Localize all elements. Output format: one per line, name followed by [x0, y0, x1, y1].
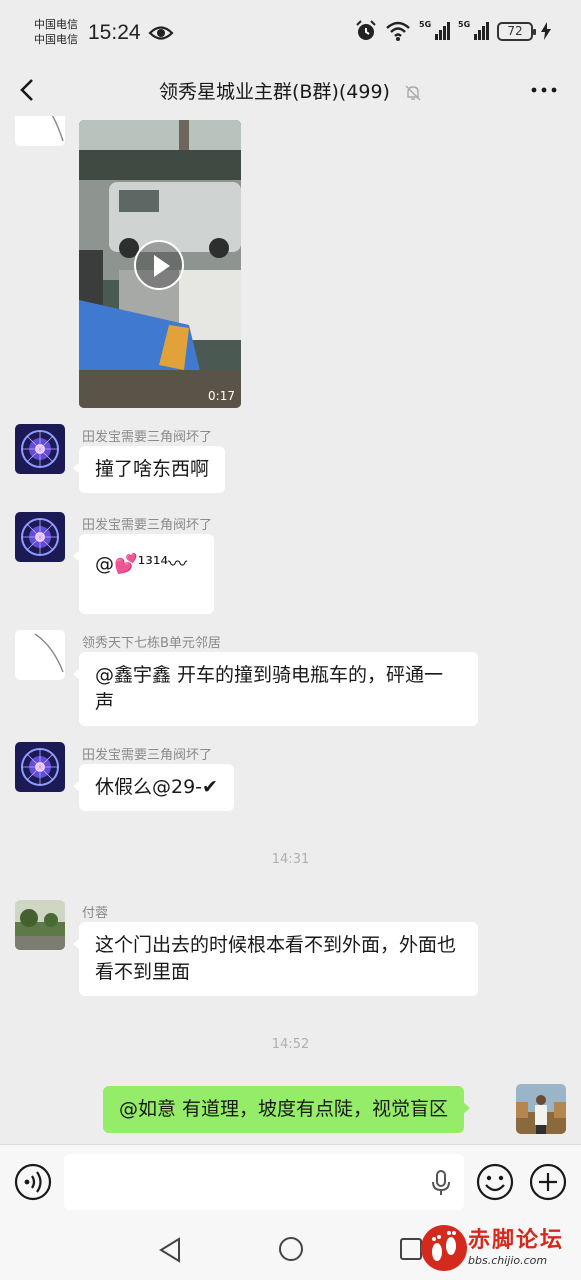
status-icons: 5G 5G 72	[355, 20, 551, 42]
battery-level: 72	[507, 24, 523, 38]
signal-icon-1: 5G	[419, 20, 450, 40]
watermark-url: bbs.chijio.com	[468, 1254, 548, 1267]
my-avatar[interactable]	[516, 1084, 566, 1134]
carrier-2: 中国电信	[34, 33, 78, 46]
sender-name: 田发宝需要三角阀坏了	[82, 748, 213, 763]
avatar-tianfabao[interactable]	[15, 424, 65, 474]
avatar-tianfabao[interactable]	[15, 512, 65, 562]
more-options-button[interactable]	[527, 76, 561, 104]
timestamp: 14:52	[271, 1037, 310, 1052]
voice-input-button[interactable]	[14, 1163, 52, 1201]
alarm-icon	[356, 20, 376, 40]
avatar-furong[interactable]	[15, 900, 65, 950]
footprint-logo-icon	[421, 1225, 467, 1271]
my-message-bubble[interactable]: @如意 有道理，坡度有点陡，视觉盲区	[103, 1086, 471, 1133]
emoji-button[interactable]	[476, 1163, 514, 1201]
timestamp: 14:31	[271, 852, 310, 867]
avatar-neighbor[interactable]	[15, 116, 65, 146]
charging-icon	[541, 22, 551, 40]
play-button[interactable]	[134, 240, 184, 290]
message-input[interactable]	[64, 1154, 464, 1210]
battery-icon: 72	[497, 21, 536, 41]
eye-icon	[148, 26, 174, 40]
microphone-icon[interactable]	[430, 1169, 452, 1197]
mute-bell-icon	[405, 85, 421, 100]
message-list[interactable]: 0:17 田发宝需要三角阀坏了 撞了啥东西啊 田发宝需要三角阀坏了 @💕¹³¹⁴…	[0, 116, 581, 1144]
system-home-button[interactable]	[278, 1236, 304, 1262]
avatar-tianfabao[interactable]	[15, 742, 65, 792]
message-bubble[interactable]: @鑫宇鑫 开车的撞到骑电瓶车的，砰通一声	[73, 652, 478, 726]
carrier-1: 中国电信	[34, 18, 78, 31]
chat-header: 领秀星城业主群(B群)(499)	[0, 64, 581, 116]
message-bubble[interactable]: @💕¹³¹⁴〰	[73, 534, 214, 614]
status-time: 15:24	[88, 21, 141, 44]
sender-name: 田发宝需要三角阀坏了	[82, 430, 213, 445]
message-bubble[interactable]: 休假么@29-✔	[73, 764, 234, 811]
system-back-button[interactable]	[157, 1236, 183, 1264]
status-bar: 中国电信 中国电信 15:24 5G 5G 72	[0, 0, 581, 64]
sender-name: 领秀天下七栋B单元邻居	[82, 636, 221, 651]
watermark-title: 赤脚论坛	[468, 1228, 565, 1253]
more-functions-button[interactable]	[529, 1163, 567, 1201]
chat-title-row: 领秀星城业主群(B群)(499)	[0, 77, 581, 104]
carrier-labels: 中国电信 中国电信	[34, 17, 78, 47]
message-bubble[interactable]: 这个门出去的时候根本看不到外面，外面也看不到里面	[73, 922, 478, 996]
sender-name: 田发宝需要三角阀坏了	[82, 518, 213, 533]
video-duration: 0:17	[208, 389, 235, 403]
avatar-neighbor[interactable]	[15, 630, 65, 680]
video-message[interactable]: 0:17	[79, 120, 241, 408]
input-bar	[0, 1144, 581, 1220]
message-bubble[interactable]: 撞了啥东西啊	[72, 446, 226, 493]
signal-icon-2: 5G	[458, 20, 489, 40]
chat-title: 领秀星城业主群(B群)(499)	[159, 81, 390, 103]
wifi-icon	[386, 21, 410, 41]
forum-watermark: 赤脚论坛 bbs.chijio.com	[418, 1220, 581, 1280]
sender-name: 付蓉	[82, 906, 109, 921]
